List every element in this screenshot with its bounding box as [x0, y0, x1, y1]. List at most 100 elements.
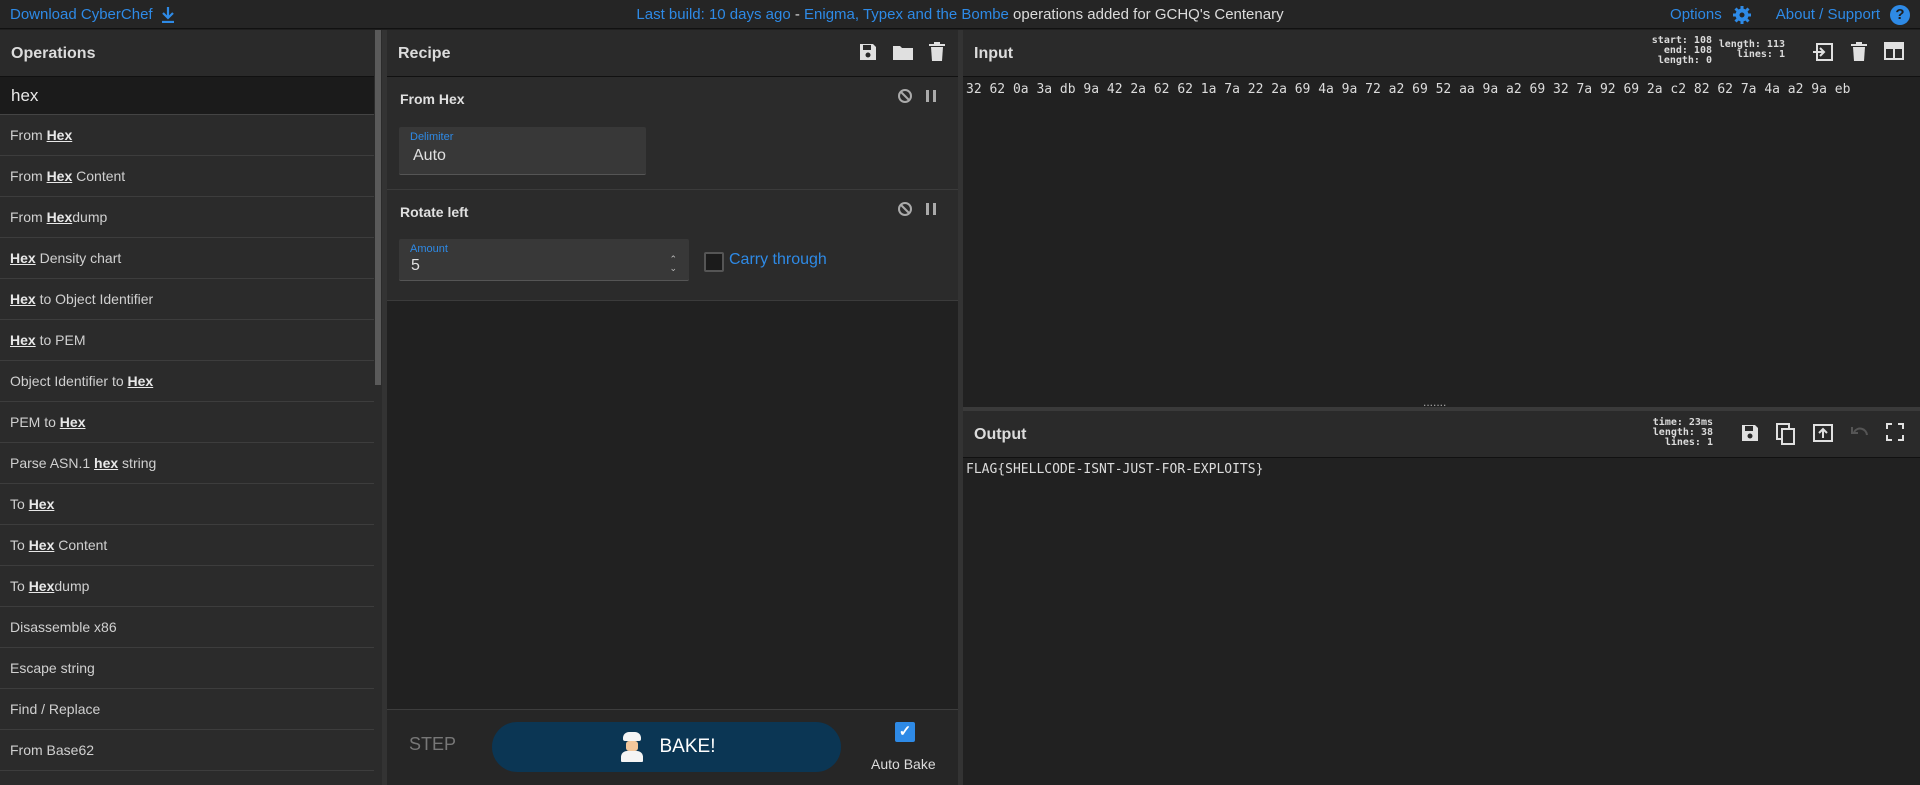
input-selection-stats: start: 108 end: 108 length: 0 [1652, 36, 1712, 66]
disable-icon[interactable] [898, 89, 912, 103]
scrollbar-thumb[interactable] [375, 30, 381, 385]
op-title: Rotate left [400, 204, 469, 220]
operation-label-part: Density chart [35, 250, 122, 266]
operation-item[interactable]: Hex to PEM [0, 320, 374, 361]
search-highlight: Hex [10, 250, 36, 266]
carry-through-label[interactable]: Carry through [729, 251, 827, 269]
operation-item[interactable]: To Hex [0, 484, 374, 525]
about-link[interactable]: About / Support [1776, 0, 1880, 29]
search-highlight: Hex [10, 291, 36, 307]
stat-sel-length: length: 0 [1657, 55, 1712, 66]
delimiter-select[interactable]: Delimiter Auto [399, 127, 646, 175]
operations-search-input[interactable]: hex [0, 77, 374, 115]
delimiter-value: Auto [413, 147, 446, 164]
help-icon[interactable]: ? [1890, 4, 1910, 25]
operation-label-part: From [10, 168, 47, 184]
output-toolbar [1740, 423, 1904, 445]
recipe-header: Recipe [387, 30, 958, 77]
layout-icon[interactable] [1884, 42, 1904, 60]
recipe-title: Recipe [398, 45, 451, 62]
operation-item[interactable]: Parse ASN.1 hex string [0, 443, 374, 484]
input-section: Input start: 108 end: 108 length: 0 leng… [963, 30, 1920, 407]
op-controls [898, 89, 936, 103]
bake-label: BAKE! [659, 736, 716, 757]
step-button[interactable]: STEP [409, 734, 456, 755]
recipe-op-from-hex[interactable]: From Hex Delimiter Auto [387, 77, 958, 190]
operation-item[interactable]: Find / Replace [0, 689, 374, 730]
output-title: Output [974, 426, 1027, 443]
undo-icon [1851, 427, 1868, 436]
input-text-area[interactable]: 32 62 0a 3a db 9a 42 2a 62 62 1a 7a 22 2… [966, 82, 1850, 97]
operation-label-part: To [10, 578, 29, 594]
io-pane: Input start: 108 end: 108 length: 0 leng… [963, 30, 1920, 785]
operation-label-part: To [10, 496, 29, 512]
replace-input-icon[interactable] [1812, 423, 1834, 443]
cyberchef-app: Download CyberChef Last build: 10 days a… [0, 0, 1920, 785]
operation-label-part: dump [72, 209, 108, 225]
news-link[interactable]: Enigma, Typex and the Bombe [804, 6, 1009, 23]
operation-item[interactable]: To Hex Content [0, 525, 374, 566]
operation-label-part: string [118, 455, 157, 471]
gear-icon[interactable] [1732, 5, 1752, 25]
save-icon[interactable] [858, 42, 878, 62]
bake-button[interactable]: BAKE! [492, 722, 841, 772]
operation-item[interactable]: From Hex Content [0, 156, 374, 197]
operation-label-part: to PEM [35, 332, 86, 348]
operation-item[interactable]: From Hexdump [0, 197, 374, 238]
chef-icon [618, 732, 646, 762]
clear-input-icon[interactable] [1850, 42, 1868, 62]
auto-bake-label[interactable]: Auto Bake [871, 756, 936, 772]
search-highlight: Hex [28, 578, 55, 594]
disable-icon[interactable] [898, 202, 912, 216]
recipe-op-rotate-left[interactable]: Rotate left Amount 5 ⌃ ⌄ Carry through [387, 190, 958, 301]
operation-label-part: From [10, 127, 47, 143]
output-stats: time: 23ms length: 38 lines: 1 [1653, 418, 1713, 448]
banner-right: Options About / Support ? [1670, 0, 1910, 29]
save-output-icon[interactable] [1740, 423, 1760, 443]
bake-controls: STEP BAKE! ✓ Auto Bake [387, 709, 958, 785]
search-highlight: Hex [46, 127, 73, 143]
operation-label-part: From Base62 [10, 742, 95, 758]
operation-item[interactable]: Hex Density chart [0, 238, 374, 279]
recipe-toolbar [858, 42, 946, 62]
folder-icon[interactable] [892, 42, 914, 62]
operation-item[interactable]: Disassemble x86 [0, 607, 374, 648]
operation-label-part: From [10, 209, 47, 225]
news-bar: Last build: 10 days ago - Enigma, Typex … [0, 0, 1920, 29]
operation-label-part: dump [54, 578, 90, 594]
options-link[interactable]: Options [1670, 0, 1722, 29]
breakpoint-icon[interactable] [926, 90, 936, 102]
breakpoint-icon[interactable] [926, 203, 936, 215]
output-header: Output time: 23ms length: 38 lines: 1 [963, 411, 1920, 458]
auto-bake-checkbox[interactable]: ✓ [895, 722, 915, 742]
operation-item[interactable]: Hex to Object Identifier [0, 279, 374, 320]
search-highlight: Hex [46, 168, 73, 184]
input-title: Input [974, 45, 1014, 62]
amount-stepper[interactable]: ⌃ ⌄ [669, 255, 677, 273]
amount-label: Amount [410, 243, 448, 255]
output-text-area[interactable]: FLAG{SHELLCODE-ISNT-JUST-FOR-EXPLOITS} [966, 462, 1920, 477]
trash-icon[interactable] [928, 42, 946, 62]
news-text: operations added for GCHQ's Centenary [1008, 6, 1284, 23]
operation-item[interactable]: PEM to Hex [0, 402, 374, 443]
add-input-icon[interactable] [1812, 42, 1834, 62]
maximise-icon[interactable] [1886, 423, 1904, 441]
search-highlight: hex [94, 455, 119, 471]
last-build-link[interactable]: Last build: 10 days ago [636, 6, 790, 23]
operation-item[interactable]: From Hex [0, 115, 374, 156]
carry-through-checkbox[interactable] [704, 252, 724, 272]
separator: - [790, 6, 805, 23]
operation-label-part: To [10, 537, 29, 553]
operation-item[interactable]: From Base62 [0, 730, 374, 771]
delimiter-label: Delimiter [410, 131, 454, 143]
operations-list: From Hex From Hex Content From Hexdump Hex … [0, 115, 374, 771]
input-toolbar [1812, 42, 1904, 62]
operation-item[interactable]: To Hexdump [0, 566, 374, 607]
operation-item[interactable]: Escape string [0, 648, 374, 689]
operation-label-part: Find / Replace [10, 701, 101, 717]
operation-item[interactable]: Object Identifier to Hex [0, 361, 374, 402]
operations-scrollbar[interactable] [374, 30, 382, 785]
copy-icon[interactable] [1776, 423, 1796, 445]
amount-input[interactable]: Amount 5 ⌃ ⌄ [399, 239, 689, 281]
operation-label-part: Content [72, 168, 126, 184]
